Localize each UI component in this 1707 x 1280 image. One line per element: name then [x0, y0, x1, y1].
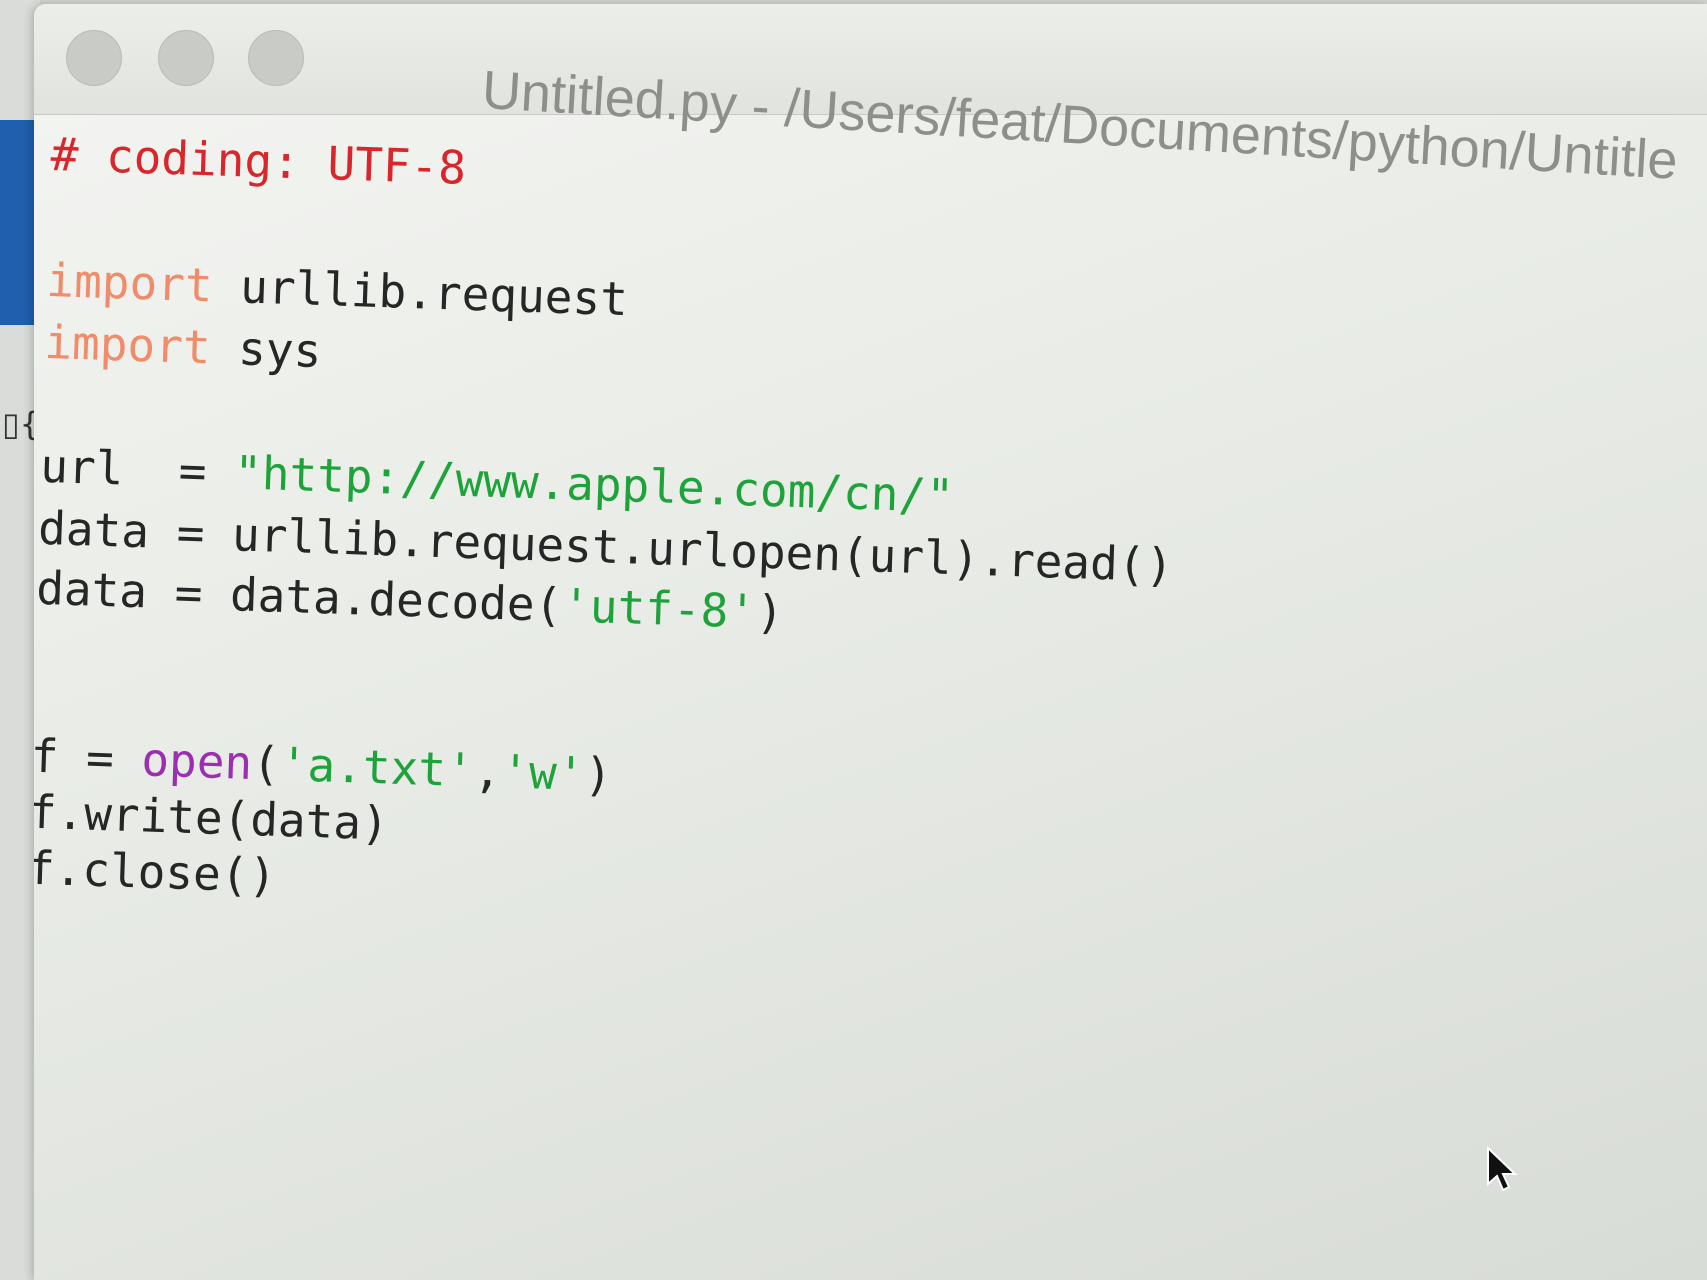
background-window-edge	[0, 120, 34, 325]
code-token-string: 'a.txt'	[279, 736, 475, 798]
code-token-plain: (	[251, 736, 281, 791]
code-token-plain: urllib.request	[211, 258, 629, 327]
code-token-plain: sys	[209, 320, 323, 379]
background-glyph: ▯{	[2, 405, 40, 443]
code-token-builtin: open	[140, 732, 254, 790]
code-token-plain: f.close()	[34, 840, 278, 903]
code-line[interactable]: import sys	[44, 314, 323, 379]
code-token-plain: url =	[39, 438, 236, 500]
code-token-plain: )	[755, 584, 785, 640]
title-bar[interactable]: Untitled.py - /Users/feat/Documents/pyth…	[34, 4, 1707, 191]
code-line[interactable]: # coding: UTF-8	[50, 126, 467, 196]
code-line[interactable]: f.close()	[34, 840, 277, 904]
code-editor[interactable]: # coding: UTF-8 import urllib.request im…	[34, 116, 1691, 1280]
mouse-pointer-icon	[1487, 1146, 1518, 1192]
editor-window: Untitled.py - /Users/feat/Documents/pyth…	[34, 4, 1707, 1280]
code-token-plain: f =	[34, 728, 143, 787]
code-token-string: 'utf-8'	[561, 578, 757, 639]
minimize-icon[interactable]	[158, 30, 214, 86]
zoom-icon[interactable]	[248, 30, 304, 86]
code-token-string: 'w'	[500, 744, 586, 801]
code-token-comment: # coding: UTF-8	[49, 126, 467, 195]
code-token-keyword: import	[43, 314, 212, 375]
close-icon[interactable]	[66, 30, 122, 86]
code-token-plain: )	[583, 747, 613, 802]
code-token-plain: ,	[472, 743, 503, 799]
code-token-plain: data = data.decode(	[35, 560, 564, 633]
code-token-keyword: import	[45, 252, 214, 313]
